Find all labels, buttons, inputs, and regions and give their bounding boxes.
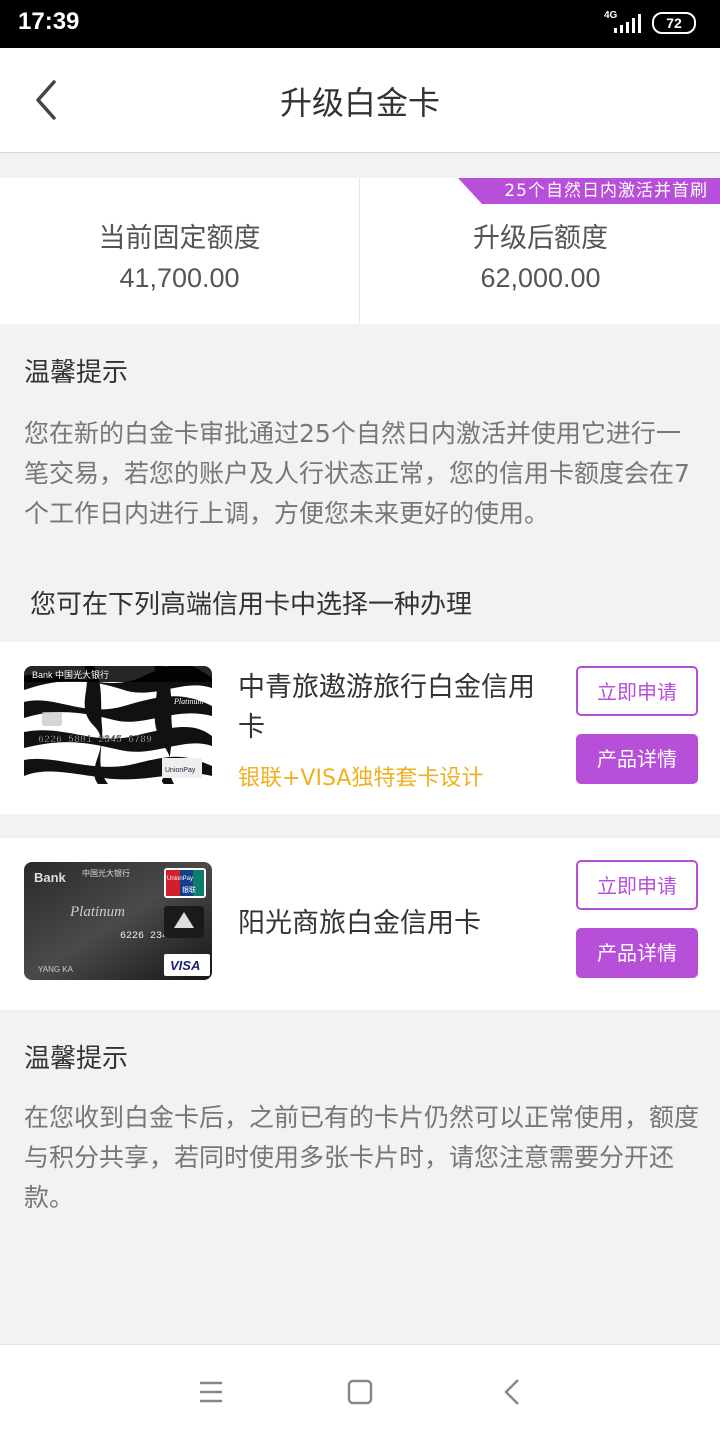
card-network: UnionPay [165, 767, 196, 774]
status-time: 17:39 [18, 8, 80, 35]
system-nav-bar [0, 1344, 720, 1441]
page-title: 升级白金卡 [279, 84, 440, 122]
activation-ribbon: 25个自然日内激活并首刷 [458, 178, 720, 204]
card-image: Bank 中国光大银行 Platinum 6226 5801 2345 6789… [24, 666, 212, 784]
card-image: Bank 中国光大银行 Platinum 6226 2345 6789 YANG… [24, 862, 212, 980]
card-number: 6226 5801 2345 6789 [38, 735, 152, 746]
product-detail-button[interactable]: 产品详情 [576, 928, 698, 978]
apply-button[interactable]: 立即申请 [576, 860, 698, 910]
back-triangle-icon[interactable] [500, 1377, 524, 1407]
quota-panel: 当前固定额度 41,700.00 升级后额度 62,000.00 25个自然日内… [0, 178, 720, 324]
black-card-graphic: Bank 中国光大银行 Platinum 6226 2345 6789 YANG… [24, 862, 212, 980]
product-item: Bank 中国光大银行 Platinum 6226 2345 6789 YANG… [0, 838, 720, 1010]
upgraded-quota-label: 升级后额度 [473, 223, 608, 254]
zebra-card-graphic: Bank 中国光大银行 Platinum 6226 5801 2345 6789… [24, 666, 212, 784]
card-holder: YANG KA [38, 965, 74, 974]
current-quota: 当前固定额度 41,700.00 [0, 178, 359, 324]
card-platinum: Platinum [173, 697, 204, 706]
home-square-icon[interactable] [346, 1377, 374, 1407]
card-yinlian: 银联 [182, 885, 196, 894]
apply-button[interactable]: 立即申请 [576, 666, 698, 716]
status-bar: 17:39 4G 72 [0, 0, 720, 48]
section-title: 您可在下列高端信用卡中选择一种办理 [30, 590, 473, 620]
tip-body: 您在新的白金卡审批通过25个自然日内激活并使用它进行一笔交易，若您的账户及人行状… [24, 419, 690, 528]
signal-icon [614, 14, 641, 33]
card-brand: Bank [34, 870, 67, 885]
tip-body: 在您收到白金卡后，之前已有的卡片仍然可以正常使用，额度与积分共享，若同时使用多张… [24, 1103, 700, 1212]
product-name: 阳光商旅白金信用卡 [238, 908, 481, 939]
header: 升级白金卡 [0, 48, 720, 153]
battery-icon: 72 [652, 12, 696, 34]
card-bank-cn: 中国光大银行 [82, 868, 130, 878]
card-platinum: Platinum [69, 904, 125, 920]
current-quota-amount: 41,700.00 [119, 263, 240, 293]
product-feature: 银联+VISA独特套卡设计 [238, 766, 484, 791]
card-unionpay: UnionPay [167, 876, 193, 882]
product-item: Bank 中国光大银行 Platinum 6226 5801 2345 6789… [0, 642, 720, 814]
product-detail-button[interactable]: 产品详情 [576, 734, 698, 784]
current-quota-label: 当前固定额度 [98, 223, 261, 254]
upgraded-quota-amount: 62,000.00 [480, 263, 601, 293]
menu-icon[interactable] [198, 1377, 224, 1407]
product-name: 中青旅遨游旅行白金信用卡 [238, 672, 535, 743]
card-visa: VISA [170, 958, 200, 973]
divider [359, 178, 360, 324]
tip-title: 温馨提示 [24, 1044, 129, 1074]
card-brand: Bank 中国光大银行 [32, 669, 109, 680]
tip-title: 温馨提示 [24, 358, 129, 388]
